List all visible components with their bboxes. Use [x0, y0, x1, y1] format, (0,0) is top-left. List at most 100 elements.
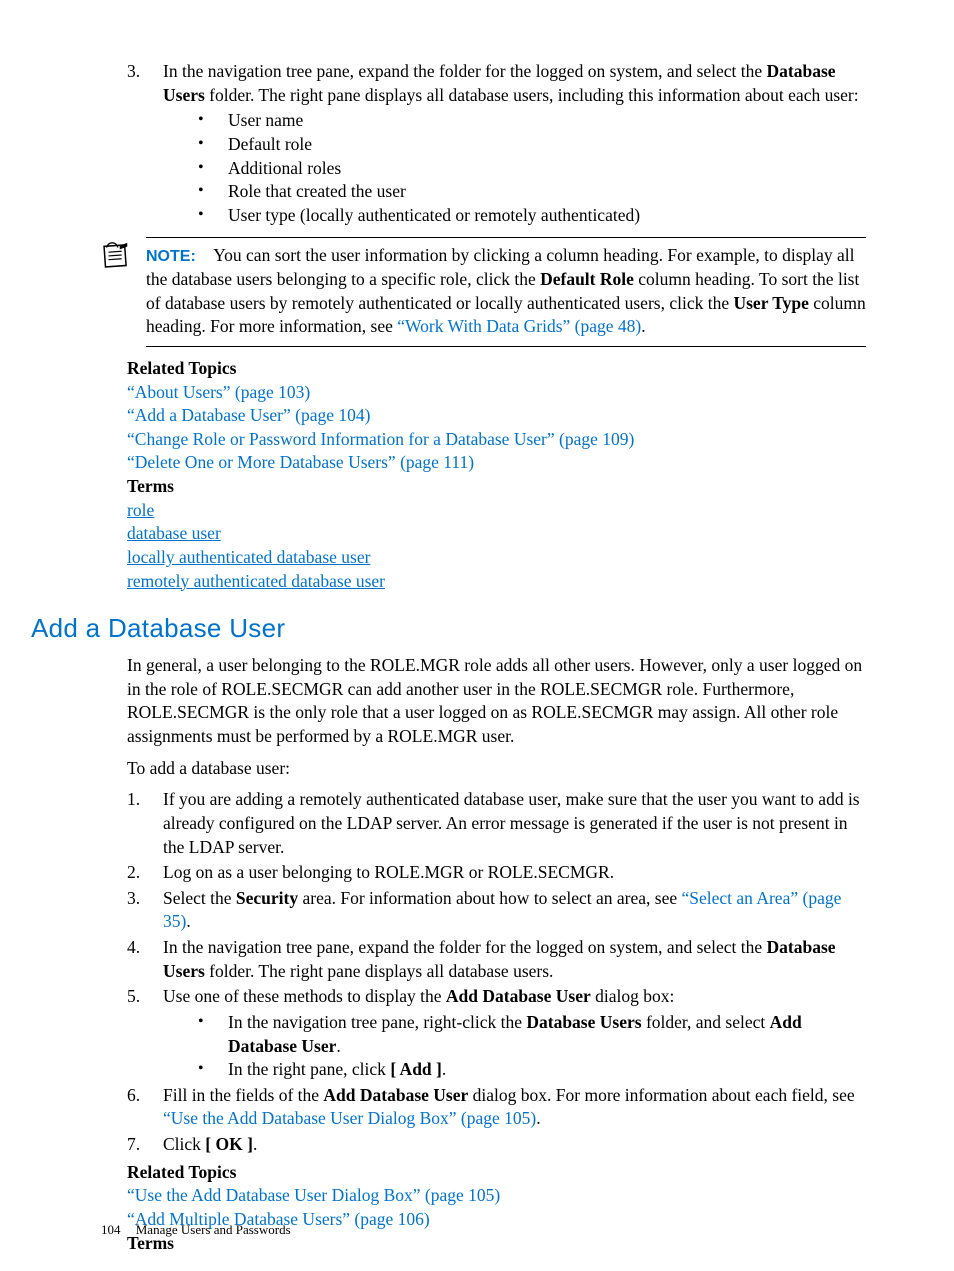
step-body: In the navigation tree pane, expand the …: [163, 936, 866, 983]
bullet-icon: •: [198, 109, 228, 133]
list-item: •Default role: [198, 133, 866, 157]
step5-bullets: • In the navigation tree pane, right-cli…: [163, 1011, 866, 1082]
bold-term: Database Users: [526, 1012, 641, 1032]
step-body: If you are adding a remotely authenticat…: [163, 788, 866, 859]
list-item-step-1: 1. If you are adding a remotely authenti…: [127, 788, 866, 859]
step-body: Click [ OK ].: [163, 1133, 866, 1157]
note-label: NOTE:: [146, 248, 196, 265]
bullet-icon: •: [198, 180, 228, 204]
related-topics-1: Related Topics “About Users” (page 103) …: [127, 357, 866, 593]
related-topics-heading: Related Topics: [127, 1161, 866, 1185]
related-links: “About Users” (page 103) “Add a Database…: [127, 381, 866, 476]
section-title-add-database-user: Add a Database User: [31, 611, 866, 646]
link-change-role-password[interactable]: “Change Role or Password Information for…: [127, 429, 634, 449]
terms-list: role database user locally authenticated…: [127, 499, 866, 594]
terms-heading: Terms: [127, 475, 866, 499]
step-body: In the navigation tree pane, expand the …: [163, 60, 866, 227]
text: In the right pane, click: [228, 1059, 390, 1079]
text: In the navigation tree pane, right-click…: [228, 1012, 526, 1032]
text: Select the: [163, 888, 236, 908]
bold-term: User Type: [733, 293, 808, 313]
page-footer: 104 Manage Users and Passwords: [101, 1221, 291, 1239]
note-icon: [101, 237, 146, 277]
text: In the navigation tree pane, expand the …: [163, 61, 767, 81]
bold-term: Add Database User: [323, 1085, 468, 1105]
related-topics-heading: Related Topics: [127, 357, 866, 381]
intro-para-2: To add a database user:: [127, 757, 866, 781]
link-delete-db-users[interactable]: “Delete One or More Database Users” (pag…: [127, 452, 474, 472]
text: .: [442, 1059, 446, 1079]
step-body: Fill in the fields of the Add Database U…: [163, 1084, 866, 1131]
list-item: • In the navigation tree pane, right-cli…: [198, 1011, 866, 1058]
bullet-icon: •: [198, 1011, 228, 1058]
step-number: 4.: [127, 936, 163, 983]
bullet-icon: •: [198, 157, 228, 181]
bold-term: [ Add ]: [390, 1059, 442, 1079]
text: folder. The right pane displays all data…: [205, 85, 859, 105]
bullet-text: Additional roles: [228, 157, 866, 181]
manual-page: 3. In the navigation tree pane, expand t…: [0, 0, 954, 1271]
bullet-text: In the right pane, click [ Add ].: [228, 1058, 866, 1082]
add-user-steps: 1. If you are adding a remotely authenti…: [127, 788, 866, 1156]
link-work-with-data-grids[interactable]: “Work With Data Grids” (page 48): [397, 316, 641, 336]
list-item: •User name: [198, 109, 866, 133]
list-item-step-3: 3. Select the Security area. For informa…: [127, 887, 866, 934]
note-box: NOTE: You can sort the user information …: [101, 237, 866, 347]
step3-bullet-list: •User name •Default role •Additional rol…: [163, 109, 866, 227]
link-add-db-user[interactable]: “Add a Database User” (page 104): [127, 405, 370, 425]
step-number: 3.: [127, 60, 163, 227]
bullet-icon: •: [198, 133, 228, 157]
list-item: •Additional roles: [198, 157, 866, 181]
text: .: [186, 911, 190, 931]
term-database-user[interactable]: database user: [127, 523, 221, 543]
text: In the navigation tree pane, expand the …: [163, 937, 767, 957]
text: folder. The right pane displays all data…: [205, 961, 554, 981]
link-about-users[interactable]: “About Users” (page 103): [127, 382, 310, 402]
bold-term: [ OK ]: [205, 1134, 253, 1154]
step-number: 1.: [127, 788, 163, 859]
link-use-add-db-user-dialog[interactable]: “Use the Add Database User Dialog Box” (…: [127, 1185, 500, 1205]
step-body: Log on as a user belonging to ROLE.MGR o…: [163, 861, 866, 885]
text: Click: [163, 1134, 205, 1154]
text: Fill in the fields of the: [163, 1085, 323, 1105]
text: dialog box:: [591, 986, 675, 1006]
bullet-text: User name: [228, 109, 866, 133]
bullet-text: In the navigation tree pane, right-click…: [228, 1011, 866, 1058]
intro-para-1: In general, a user belonging to the ROLE…: [127, 654, 866, 749]
bold-term: Security: [236, 888, 298, 908]
list-item-step-6: 6. Fill in the fields of the Add Databas…: [127, 1084, 866, 1131]
link-use-add-db-user-dialog[interactable]: “Use the Add Database User Dialog Box” (…: [163, 1108, 536, 1128]
step-number: 2.: [127, 861, 163, 885]
step-number: 3.: [127, 887, 163, 934]
text: .: [641, 316, 645, 336]
step-body: Use one of these methods to display the …: [163, 985, 866, 1082]
note-content: NOTE: You can sort the user information …: [146, 237, 866, 347]
step-body: Select the Security area. For informatio…: [163, 887, 866, 934]
step-number: 5.: [127, 985, 163, 1082]
text: folder, and select: [642, 1012, 770, 1032]
list-item-step-5: 5. Use one of these methods to display t…: [127, 985, 866, 1082]
bullet-text: Default role: [228, 133, 866, 157]
bullet-text: Role that created the user: [228, 180, 866, 204]
text: area. For information about how to selec…: [298, 888, 681, 908]
related-topics-2: Related Topics “Use the Add Database Use…: [127, 1161, 866, 1256]
text: Use one of these methods to display the: [163, 986, 446, 1006]
bullet-icon: •: [198, 1058, 228, 1082]
bullet-icon: •: [198, 204, 228, 228]
text: dialog box. For more information about e…: [468, 1085, 854, 1105]
term-role[interactable]: role: [127, 500, 154, 520]
list-item-step-3: 3. In the navigation tree pane, expand t…: [127, 60, 866, 227]
section-body: In general, a user belonging to the ROLE…: [127, 654, 866, 780]
list-item: • In the right pane, click [ Add ].: [198, 1058, 866, 1082]
text: .: [536, 1108, 540, 1128]
list-item-step-7: 7. Click [ OK ].: [127, 1133, 866, 1157]
text: .: [253, 1134, 257, 1154]
list-item: •Role that created the user: [198, 180, 866, 204]
term-locally-auth-user[interactable]: locally authenticated database user: [127, 547, 370, 567]
step-number: 6.: [127, 1084, 163, 1131]
step-3-block: 3. In the navigation tree pane, expand t…: [127, 60, 866, 227]
page-number: 104: [101, 1222, 121, 1237]
list-item-step-4: 4. In the navigation tree pane, expand t…: [127, 936, 866, 983]
term-remotely-auth-user[interactable]: remotely authenticated database user: [127, 571, 385, 591]
list-item: •User type (locally authenticated or rem…: [198, 204, 866, 228]
